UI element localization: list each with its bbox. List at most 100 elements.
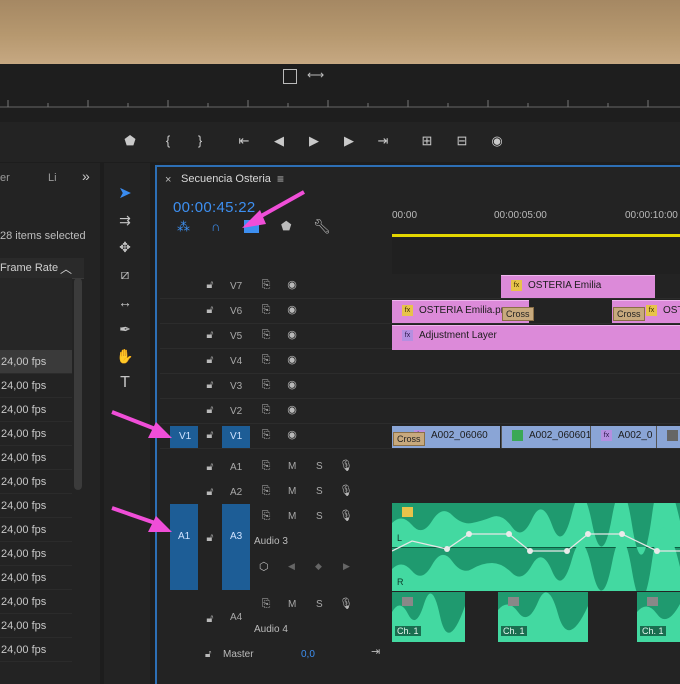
track-visibility-eye-icon[interactable]: ◉ [285, 328, 299, 342]
sync-lock-icon[interactable]: ⎘ [259, 484, 273, 498]
sync-lock-icon[interactable]: ⎘ [259, 428, 273, 442]
frame-rate-row[interactable]: 24,00 fps [0, 350, 72, 374]
export-frame-icon[interactable]: ◉ [486, 130, 508, 152]
audio3-clip-waveform[interactable] [392, 503, 680, 591]
solo-button[interactable]: S [316, 461, 323, 472]
overwrite-icon[interactable]: ⊟ [451, 130, 473, 152]
sync-lock-icon[interactable]: ⎘ [259, 303, 273, 317]
sync-lock-icon[interactable]: ⎘ [259, 328, 273, 342]
mark-in-icon[interactable]: { [157, 130, 179, 152]
sync-lock-icon[interactable]: ⎘ [259, 353, 273, 367]
snap-magnet-icon[interactable]: ∩ [211, 219, 220, 234]
track-visibility-eye-icon[interactable]: ◉ [285, 303, 299, 317]
work-area-bar[interactable] [392, 234, 680, 237]
tab-project-partial[interactable]: er [0, 172, 10, 184]
track-lock-icon[interactable]: 🔓︎ [203, 328, 217, 342]
solo-button[interactable]: S [316, 486, 323, 497]
sequence-menu-icon[interactable]: ≡ [277, 172, 284, 186]
next-keyframe-icon[interactable]: ▶ [343, 561, 350, 572]
sync-lock-icon[interactable]: ⎘ [259, 378, 273, 392]
track-visibility-eye-icon[interactable]: ◉ [285, 378, 299, 392]
track-lock-icon[interactable]: 🔓︎ [203, 278, 217, 292]
frame-rate-row[interactable]: 24,00 fps [0, 590, 72, 614]
frame-rate-row[interactable]: 24,00 fps [0, 494, 72, 518]
go-to-end-icon[interactable]: ⇥ [371, 645, 380, 658]
mark-out-icon[interactable]: } [189, 130, 211, 152]
track-lock-icon[interactable]: 🔓︎ [203, 303, 217, 317]
safe-margins-icon[interactable] [283, 69, 297, 84]
insert-icon[interactable]: ⊞ [416, 130, 438, 152]
tab-libraries-partial[interactable]: Li [48, 172, 57, 184]
track-lock-icon[interactable]: 🔓︎ [203, 531, 217, 545]
track-lock-icon[interactable]: 🔓︎ [203, 460, 217, 474]
frame-rate-row[interactable]: 24,00 fps [0, 398, 72, 422]
master-lock-icon[interactable]: 🔓︎ [205, 649, 211, 660]
close-sequence-icon[interactable]: × [165, 174, 171, 186]
type-tool-icon[interactable]: T [112, 372, 138, 394]
add-marker-icon[interactable]: ⬟ [119, 130, 141, 152]
cross-dissolve-v6-a[interactable]: Cross [502, 307, 534, 321]
voiceover-record-mic-icon[interactable]: 🎙︎ [339, 597, 353, 611]
go-to-in-icon[interactable]: ⇤ [233, 130, 255, 152]
waveform-icon[interactable]: ⟷ [307, 68, 324, 82]
track-visibility-eye-icon[interactable]: ◉ [285, 403, 299, 417]
step-back-icon[interactable]: ◀ [268, 130, 290, 152]
hand-tool-icon[interactable]: ✋ [112, 345, 138, 367]
audio4-clips-waveform[interactable] [392, 592, 680, 642]
frame-rate-row[interactable]: 24,00 fps [0, 566, 72, 590]
slip-tool-icon[interactable]: ↔ [112, 291, 138, 313]
clip-v1-b[interactable]: A002_060601 [501, 426, 590, 448]
mute-button[interactable]: M [288, 511, 296, 522]
mute-button[interactable]: M [288, 461, 296, 472]
track-lock-icon[interactable]: 🔓︎ [203, 403, 217, 417]
sync-lock-icon[interactable]: ⎘ [259, 403, 273, 417]
clip-v1-d[interactable] [656, 426, 680, 448]
go-to-out-icon[interactable]: ⇥ [372, 130, 394, 152]
track-lock-icon[interactable]: 🔓︎ [203, 612, 217, 626]
sync-lock-icon[interactable]: ⎘ [259, 278, 273, 292]
clip-v7-osteria-emilia[interactable]: fx OSTERIA Emilia [501, 275, 655, 298]
voiceover-record-mic-icon[interactable]: 🎙︎ [339, 509, 353, 523]
frame-rate-row[interactable]: 24,00 fps [0, 422, 72, 446]
track-visibility-eye-icon[interactable]: ◉ [285, 353, 299, 367]
add-keyframe-icon[interactable]: ◆ [315, 561, 322, 572]
cross-dissolve-v6-b[interactable]: Cross [613, 307, 645, 321]
sync-lock-icon[interactable]: ⎘ [259, 509, 273, 523]
frame-rate-row[interactable]: 24,00 fps [0, 470, 72, 494]
mute-button[interactable]: M [288, 486, 296, 497]
track-target-a3[interactable] [222, 504, 250, 590]
more-panels-icon[interactable]: » [82, 168, 90, 184]
monitor-ruler[interactable] [0, 96, 680, 108]
master-volume[interactable]: 0,0 [301, 649, 315, 660]
sync-lock-icon[interactable]: ⎘ [259, 459, 273, 473]
play-icon[interactable]: ▶ [303, 130, 325, 152]
track-lock-icon[interactable]: 🔓︎ [203, 378, 217, 392]
track-visibility-eye-icon[interactable]: ◉ [285, 278, 299, 292]
frame-rate-row[interactable]: 24,00 fps [0, 518, 72, 542]
ripple-edit-tool-icon[interactable]: ✥ [112, 236, 138, 258]
track-lock-icon[interactable]: 🔓︎ [203, 485, 217, 499]
razor-tool-icon[interactable]: ⧄ [112, 263, 138, 285]
frame-rate-row[interactable]: 24,00 fps [0, 446, 72, 470]
frame-rate-row[interactable]: 24,00 fps [0, 374, 72, 398]
pen-tool-icon[interactable]: ✒ [112, 318, 138, 340]
sequence-tab-title[interactable]: Secuencia Osteria [181, 173, 271, 185]
sync-lock-icon[interactable]: ⎘ [259, 597, 273, 611]
voiceover-record-mic-icon[interactable]: 🎙︎ [339, 459, 353, 473]
frame-rate-row[interactable]: 24,00 fps [0, 614, 72, 638]
selection-tool-icon[interactable]: ➤ [112, 183, 138, 205]
voiceover-record-mic-icon[interactable]: 🎙︎ [339, 484, 353, 498]
step-forward-icon[interactable]: ▶ [338, 130, 360, 152]
mute-button[interactable]: M [288, 599, 296, 610]
sort-ascending-icon[interactable]: ︿ [60, 260, 72, 277]
track-lock-icon[interactable]: 🔓︎ [203, 428, 217, 442]
nest-toggle-icon[interactable]: ⁂ [177, 219, 190, 235]
track-select-tool-icon[interactable]: ⇉ [112, 209, 138, 231]
project-scrollbar[interactable] [74, 278, 82, 490]
solo-button[interactable]: S [316, 511, 323, 522]
prev-keyframe-icon[interactable]: ◀ [288, 561, 295, 572]
frame-rate-row[interactable]: 24,00 fps [0, 542, 72, 566]
solo-button[interactable]: S [316, 599, 323, 610]
cross-dissolve-v1[interactable]: Cross [393, 432, 425, 446]
clip-v1-c[interactable]: fx A002_0 [590, 426, 656, 448]
